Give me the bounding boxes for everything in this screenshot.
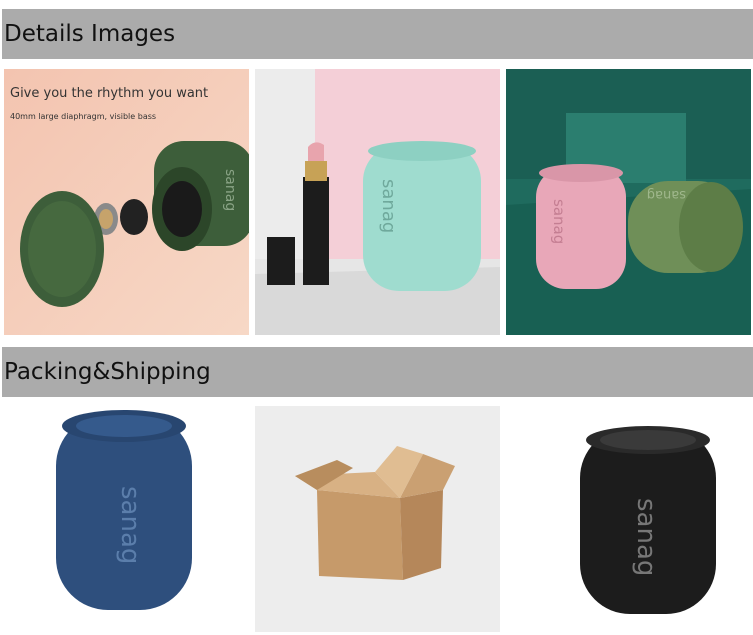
green-lying-brand: sanag — [647, 187, 686, 202]
pink-speaker: sanag — [536, 164, 626, 289]
packing-shipping-title: Packing&Shipping — [4, 359, 211, 385]
exploded-subline: 40mm large diaphragm, visible bass — [10, 112, 156, 121]
black-speaker-image: sanag — [506, 406, 751, 632]
black-speaker: sanag — [580, 426, 716, 614]
packing-shipping-header: Packing&Shipping — [2, 347, 753, 397]
exploded-speaker-image: Give you the rhythm you want 40mm large … — [4, 69, 249, 335]
pink-green-speakers-image: sanag sanag — [506, 69, 751, 335]
exploded-headline: Give you the rhythm you want — [10, 86, 208, 101]
mint-speaker: sanag — [363, 141, 481, 291]
green-lying-speaker: sanag — [628, 181, 743, 273]
mint-speaker-image: sanag — [255, 69, 500, 335]
blue-speaker: sanag — [56, 410, 192, 610]
svg-text:sanag: sanag — [550, 199, 568, 244]
blue-speaker-image: sanag — [4, 406, 249, 632]
green-speaker-brand: sanag — [222, 169, 238, 211]
details-images-header: Details Images — [2, 9, 753, 59]
green-speaker-body: sanag — [152, 141, 249, 251]
cardboard-box-image — [255, 406, 500, 632]
blue-speaker-brand: sanag — [115, 486, 145, 564]
mint-speaker-brand: sanag — [378, 179, 399, 233]
details-images-title: Details Images — [4, 21, 176, 47]
black-speaker-brand: sanag — [631, 498, 661, 576]
